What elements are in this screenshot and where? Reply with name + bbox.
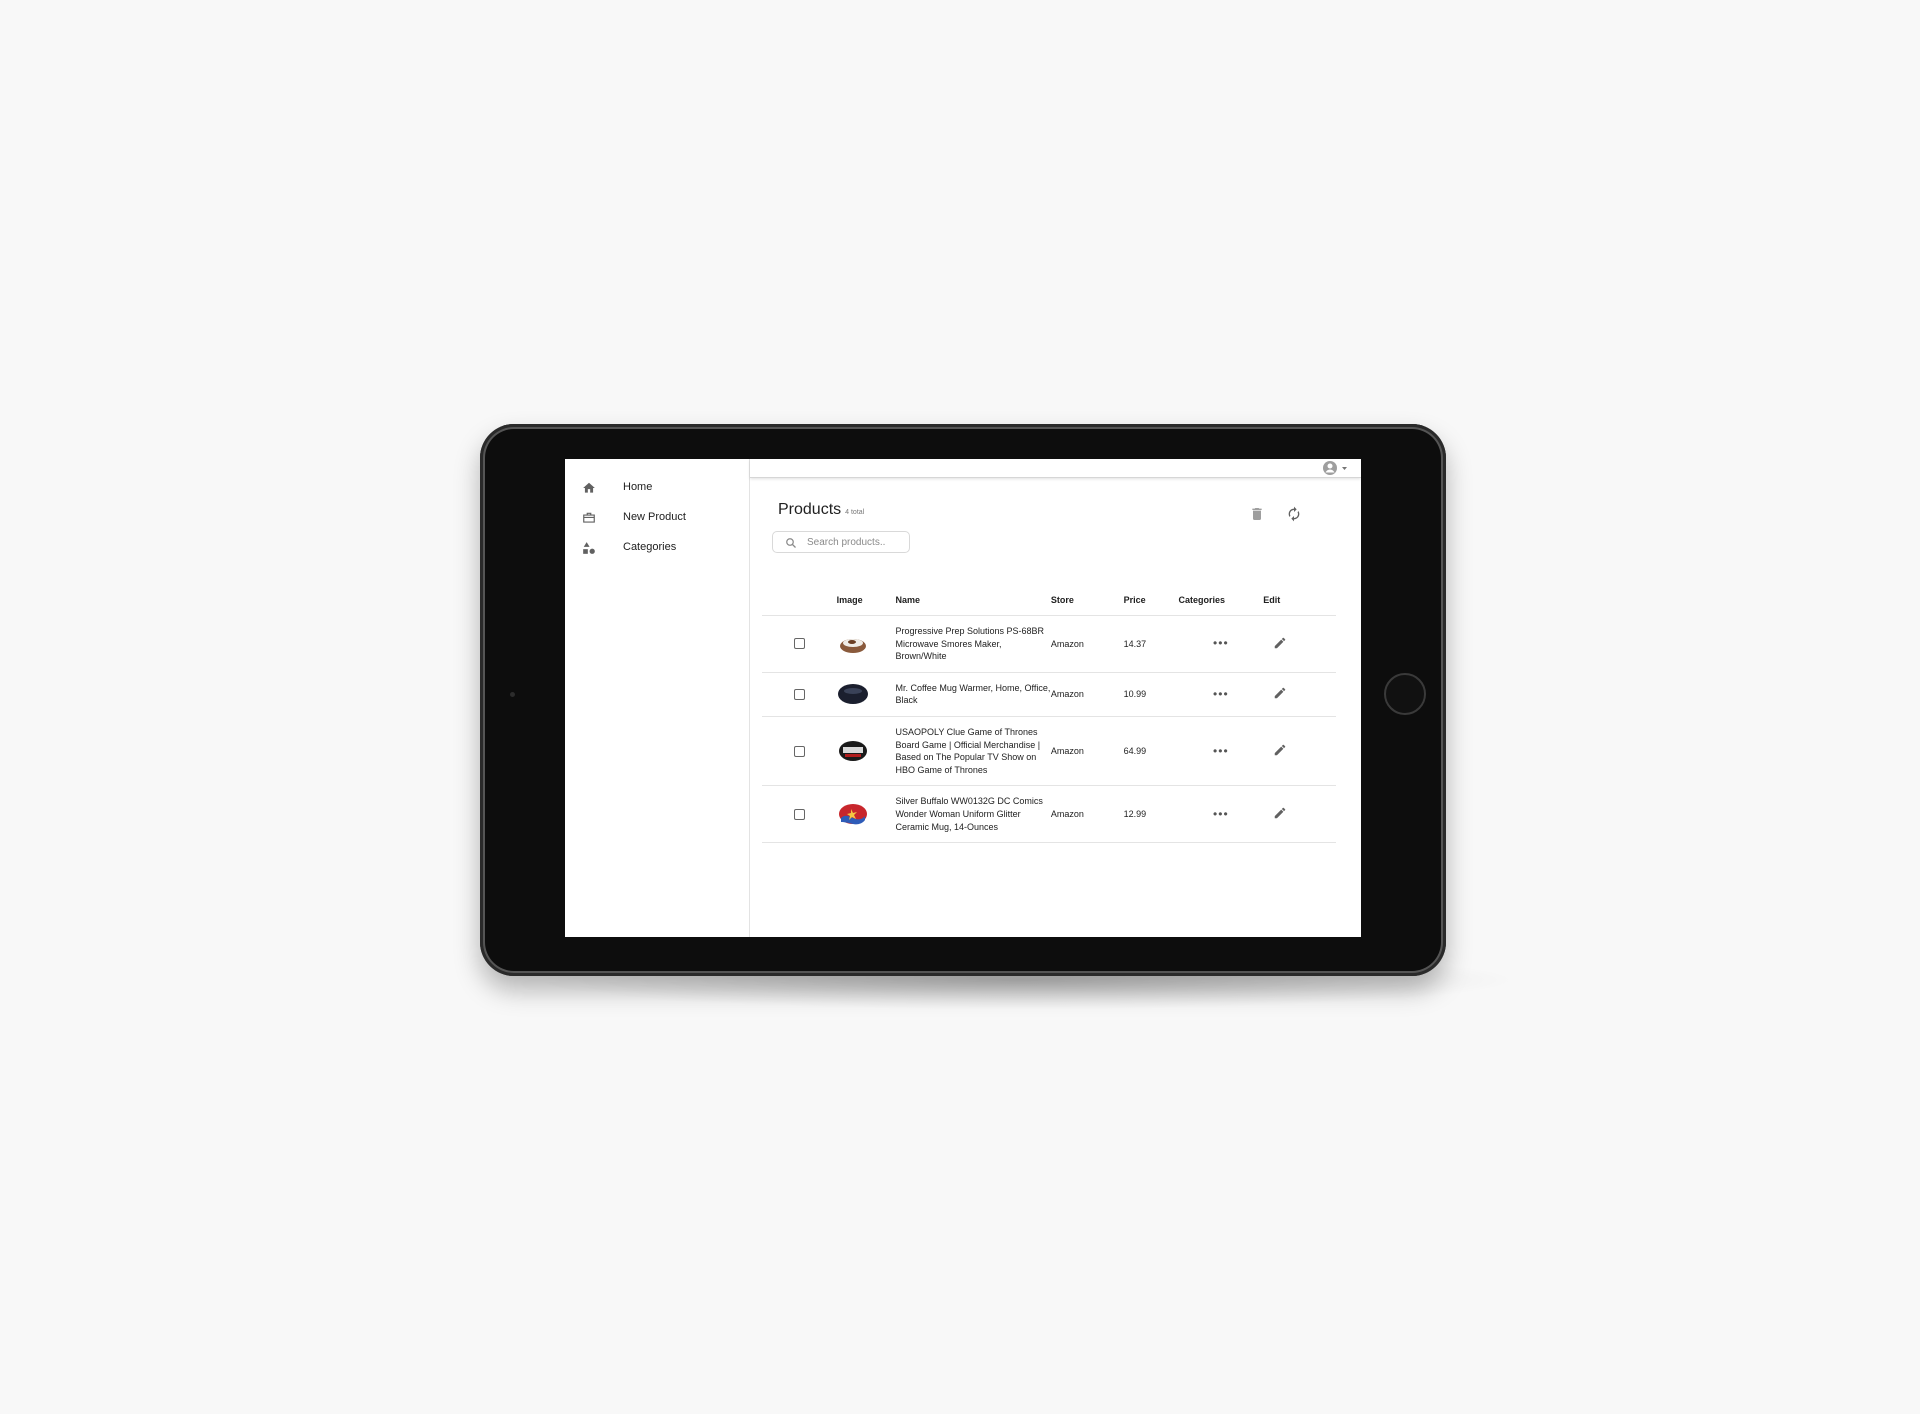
product-price: 64.99 [1121,716,1179,787]
page-title-text: Products [778,501,842,518]
product-thumbnail[interactable] [837,740,869,762]
table-header-row: Image Name Store Price Categories Edit [762,585,1336,616]
categories-more-icon[interactable]: ••• [1213,637,1229,649]
product-store: Amazon [1050,672,1122,717]
row-checkbox[interactable] [793,808,805,820]
edit-icon[interactable] [1273,806,1287,822]
edit-icon[interactable] [1273,686,1287,702]
product-name: Mr. Coffee Mug Warmer, Home, Office, Bla… [895,672,1051,717]
product-name: Progressive Prep Solutions PS-68BR Micro… [895,615,1051,673]
categories-more-icon[interactable]: ••• [1213,688,1229,700]
chevron-down-icon [1342,467,1347,470]
delete-button[interactable] [1249,506,1267,524]
column-header-select [762,585,837,616]
box-icon [581,511,599,527]
search-box [772,531,910,553]
categories-more-icon[interactable]: ••• [1213,808,1229,820]
product-thumbnail[interactable] [837,683,869,705]
product-thumbnail[interactable] [837,803,869,825]
camera-lens [510,692,515,697]
home-icon [581,481,599,497]
table-row: USAOPOLY Clue Game of Thrones Board Game… [762,716,1336,787]
product-store: Amazon [1050,615,1122,673]
top-app-bar [750,459,1361,478]
product-name: Silver Buffalo WW0132G DC Comics Wonder … [895,785,1051,844]
edit-icon[interactable] [1273,636,1287,652]
sidebar-item-label: Categories [623,541,677,553]
trash-icon [1252,508,1262,520]
table-row: Mr. Coffee Mug Warmer, Home, Office, Bla… [762,672,1336,717]
product-count: 4 total [845,509,865,516]
product-name: USAOPOLY Clue Game of Thrones Board Game… [895,716,1051,787]
column-header-edit: Edit [1263,585,1336,616]
search-input[interactable] [807,535,905,549]
column-header-name: Name [895,585,1051,616]
column-header-image: Image [836,585,896,616]
product-price: 10.99 [1121,672,1179,717]
shapes-icon [581,541,599,557]
sidebar-item-label: Home [623,481,653,493]
edit-icon[interactable] [1273,743,1287,759]
product-thumbnail[interactable] [837,633,869,655]
home-hardware-button[interactable] [1384,673,1426,715]
table-row: Progressive Prep Solutions PS-68BR Micro… [762,615,1336,673]
column-header-store: Store [1050,585,1122,616]
product-store: Amazon [1050,716,1122,787]
product-store: Amazon [1050,785,1122,844]
app-screen: Home New Product Categories Products 4 t… [565,459,1361,937]
search-icon [786,538,796,548]
column-header-categories: Categories [1178,585,1264,616]
row-checkbox[interactable] [793,745,805,757]
refresh-button[interactable] [1286,506,1304,524]
table-row: Silver Buffalo WW0132G DC Comics Wonder … [762,785,1336,844]
products-table: Image Name Store Price Categories Edit P… [762,585,1336,844]
account-circle-icon [1323,461,1337,475]
sidebar-item-label: New Product [623,511,686,523]
categories-more-icon[interactable]: ••• [1213,745,1229,757]
product-price: 14.37 [1121,615,1179,673]
product-price: 12.99 [1121,785,1179,844]
sidebar: Home New Product Categories [565,459,750,937]
tablet-device: Home New Product Categories Products 4 t… [480,424,1446,976]
sidebar-item-new-product[interactable]: New Product [565,505,749,533]
sidebar-item-categories[interactable]: Categories [565,535,749,563]
column-header-price: Price [1121,585,1179,616]
page-title: Products 4 total [778,501,864,519]
row-checkbox[interactable] [793,638,805,650]
row-checkbox[interactable] [793,688,805,700]
refresh-icon [1288,506,1300,522]
sidebar-item-home[interactable]: Home [565,475,749,503]
account-menu[interactable] [1321,460,1353,476]
